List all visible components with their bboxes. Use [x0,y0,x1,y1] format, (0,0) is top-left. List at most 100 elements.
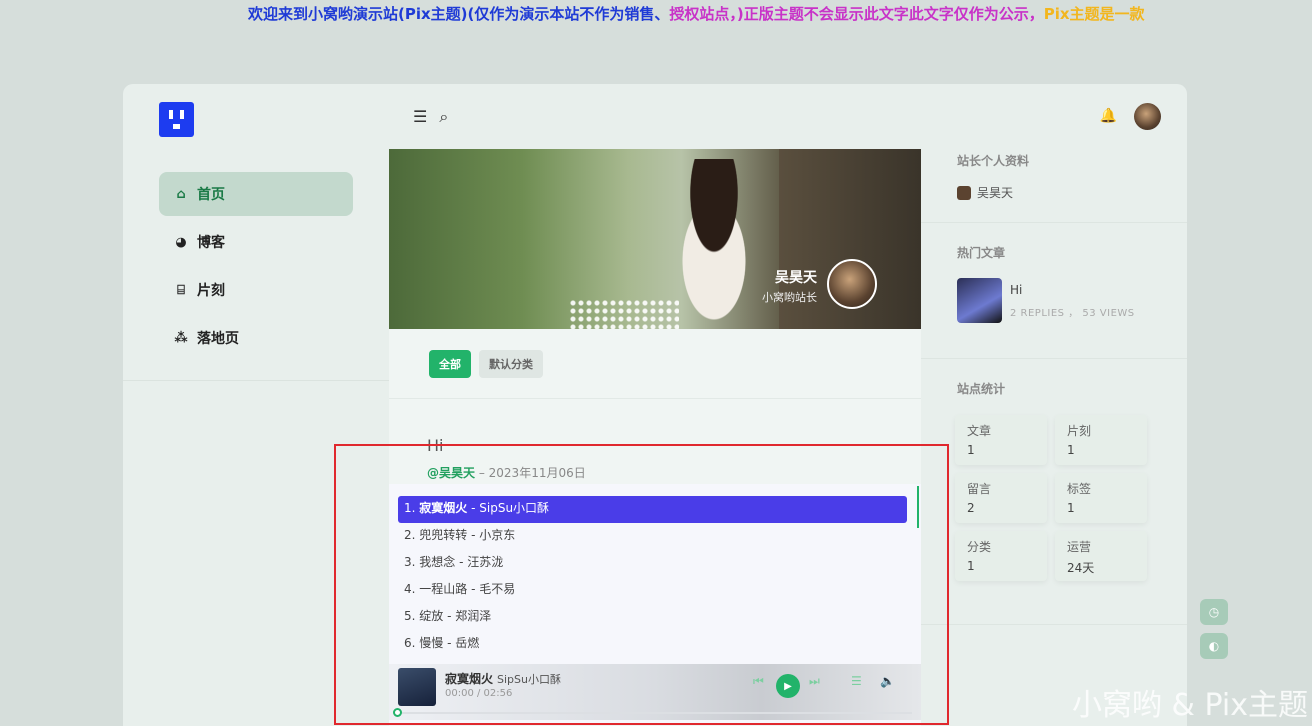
now-playing-bar: 寂寞烟火 SipSu小口酥 00:00 / 02:56 ⏮ ▶ ⏭ ☰ 🔈 [389,664,921,720]
track-index: 1. [404,501,416,515]
play-icon: ▶ [784,680,792,692]
track-artist: 毛不易 [479,582,516,596]
playlist-item[interactable]: 3. 我想念 - 汪苏泷 [398,550,907,577]
track-artist: 岳燃 [455,636,480,650]
profile-hero: 吴昊天 小窝哟站长 [389,149,921,329]
divider [921,624,1187,625]
track-title: 兜兜转转 [419,528,468,542]
previous-track-icon[interactable]: ⏮ [753,674,764,689]
moment-icon: ⌸ [177,282,185,298]
banner-part-2: 授权站点，)正版主题不会显示此文字此文字仅作为公示， [669,5,1044,23]
divider [921,358,1187,359]
hot-section-title: 热门文章 [957,246,1006,260]
owner-name: 吴昊天 [977,186,1014,200]
nav-item-landing[interactable]: ⁂ 落地页 [159,316,353,360]
track-artist: 汪苏泷 [467,555,504,569]
left-sidebar: ⌂ 首页 ◕ 博客 ⌸ 片刻 ⁂ 落地页 [123,84,389,726]
menu-icon[interactable]: ☰ [413,107,427,126]
stat-card: 留言 2 [955,473,1047,523]
home-icon: ⌂ [176,186,186,202]
now-playing-time: 00:00 / 02:56 [445,688,513,699]
track-index: 5. [404,609,416,623]
stats-section-title: 站点统计 [957,382,1006,396]
category-filters: 全部 默认分类 [389,329,921,399]
playlist-item[interactable]: 2. 兜兜转转 - 小京东 [398,523,907,550]
progress-handle[interactable] [393,708,402,717]
track-title: 绽放 [419,609,444,623]
owner-section-title: 站长个人资料 [957,154,1030,168]
progress-bar[interactable] [393,708,912,717]
track-title: 慢慢 [419,636,444,650]
track-artist: SipSu小口酥 [479,501,550,515]
main-content: ☰ ⌕ 吴昊天 小窝哟站长 全部 默认分类 Hi @吴昊天 – 2023年11月… [389,84,921,726]
hot-post[interactable]: Hi 2 REPLIES ， 53 VIEWS [957,278,1135,323]
user-avatar[interactable] [1134,103,1161,130]
playlist-item[interactable]: 5. 绽放 - 郑润泽 [398,604,907,631]
top-bar: ☰ ⌕ [389,84,921,149]
landing-icon: ⁂ [174,330,188,346]
stat-value: 1 [967,443,975,457]
track-artist: 小京东 [479,528,516,542]
play-button[interactable]: ▶ [776,674,800,698]
playlist-toggle-icon[interactable]: ☰ [851,674,862,688]
nav-item-label: 片刻 [197,283,225,299]
search-icon[interactable]: ⌕ [439,107,448,127]
nav-item-label: 博客 [197,235,225,251]
site-logo[interactable] [159,102,194,137]
stat-card: 分类 1 [955,531,1047,581]
now-playing-artist: SipSu小口酥 [497,673,561,686]
hot-post-title[interactable]: Hi [1010,283,1135,297]
theme-float-button[interactable]: ◐ [1200,633,1228,659]
right-sidebar: 🔔 站长个人资料 吴昊天 热门文章 Hi 2 REPLIES ， 53 VIEW… [921,84,1187,726]
divider [921,222,1187,223]
stat-card: 运营 24天 [1055,531,1147,581]
stat-value: 1 [1067,443,1075,457]
playlist: 1. 寂寞烟火 - SipSu小口酥 2. 兜兜转转 - 小京东 3. 我想念 … [398,496,907,658]
announcement-banner: 欢迎来到小窝哟演示站(Pix主题)(仅作为演示本站不作为销售、授权站点，)正版主… [248,3,1312,24]
nav-item-label: 落地页 [197,331,239,347]
nav-item-moment[interactable]: ⌸ 片刻 [159,268,353,312]
bell-icon[interactable]: 🔔 [1100,108,1117,124]
filter-default[interactable]: 默认分类 [479,349,543,378]
post-title[interactable]: Hi [427,436,443,455]
post-author[interactable]: @吴昊天 [427,466,475,480]
track-title: 一程山路 [419,582,468,596]
music-player: 1. 寂寞烟火 - SipSu小口酥 2. 兜兜转转 - 小京东 3. 我想念 … [389,484,921,724]
stat-label: 运营 [1067,540,1092,554]
divider [123,380,389,381]
filter-all[interactable]: 全部 [429,349,471,378]
stat-label: 分类 [967,540,992,554]
next-track-icon[interactable]: ⏭ [809,674,820,689]
stat-label: 留言 [967,482,992,496]
track-index: 3. [404,555,416,569]
stat-label: 文章 [967,424,992,438]
nav-item-blog[interactable]: ◕ 博客 [159,220,353,264]
clock-float-button[interactable]: ◷ [1200,599,1228,625]
playlist-scrollbar[interactable] [917,486,919,528]
track-artist: 郑润泽 [455,609,492,623]
banner-part-3: Pix主题是一款 [1043,5,1145,23]
track-index: 6. [404,636,416,650]
stat-label: 片刻 [1067,424,1092,438]
main-nav: ⌂ 首页 ◕ 博客 ⌸ 片刻 ⁂ 落地页 [159,172,353,364]
stat-label: 标签 [1067,482,1092,496]
now-playing-song: 寂寞烟火 [445,672,494,686]
owner-avatar [957,185,971,200]
stat-value: 2 [967,501,975,515]
volume-icon[interactable]: 🔈 [880,674,895,688]
watermark: 小窝哟 & Pix主题 [1072,688,1308,723]
hot-post-thumbnail [957,278,1002,323]
stat-value: 1 [967,559,975,573]
track-title: 我想念 [419,555,456,569]
playlist-item[interactable]: 1. 寂寞烟火 - SipSu小口酥 [398,496,907,523]
stat-card: 标签 1 [1055,473,1147,523]
track-index: 2. [404,528,416,542]
hero-avatar[interactable] [827,259,877,309]
clock-icon: ◷ [1208,605,1220,619]
playlist-item[interactable]: 6. 慢慢 - 岳燃 [398,631,907,658]
nav-item-home[interactable]: ⌂ 首页 [159,172,353,216]
playlist-item[interactable]: 4. 一程山路 - 毛不易 [398,577,907,604]
stat-value: 24天 [1067,561,1095,575]
owner-profile[interactable]: 吴昊天 [957,184,1013,201]
hero-subtitle: 小窝哟站长 [762,291,817,304]
